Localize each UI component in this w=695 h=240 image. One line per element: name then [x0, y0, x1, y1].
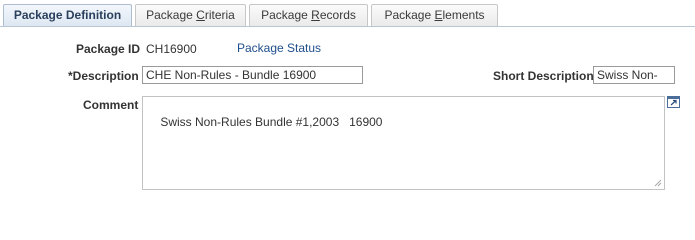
tab-package-elements[interactable]: Package Elements: [371, 4, 498, 27]
package-id-label: Package ID: [76, 42, 141, 56]
resize-grip-icon[interactable]: [654, 179, 662, 187]
package-id-value: CH16900: [146, 42, 197, 56]
comment-label: Comment: [83, 98, 139, 112]
expand-textarea-icon[interactable]: [667, 96, 680, 108]
package-definition-page: Package Definition Package Criteria Pack…: [0, 0, 695, 200]
tab-divider: [0, 26, 695, 27]
tab-package-definition-label: Package Definition: [13, 8, 122, 22]
description-label: *Description: [68, 69, 139, 83]
package-status-link[interactable]: Package Status: [237, 41, 321, 55]
comment-text: Swiss Non-Rules Bundle #1,2003 16900: [160, 115, 383, 129]
tab-package-elements-label: Package Elements: [384, 8, 485, 22]
tab-package-records[interactable]: Package Records: [249, 4, 368, 27]
tab-bar: Package Definition Package Criteria Pack…: [0, 0, 695, 28]
short-description-input[interactable]: Swiss Non-: [593, 66, 675, 84]
short-description-label: Short Description: [493, 69, 594, 83]
tab-package-criteria[interactable]: Package Criteria: [135, 4, 246, 27]
description-input[interactable]: CHE Non-Rules - Bundle 16900: [142, 66, 363, 84]
tab-package-criteria-label: Package Criteria: [146, 8, 235, 22]
tab-package-definition[interactable]: Package Definition: [3, 4, 132, 27]
comment-textarea[interactable]: Swiss Non-Rules Bundle #1,2003 16900: [142, 96, 665, 190]
tab-package-records-label: Package Records: [261, 8, 356, 22]
